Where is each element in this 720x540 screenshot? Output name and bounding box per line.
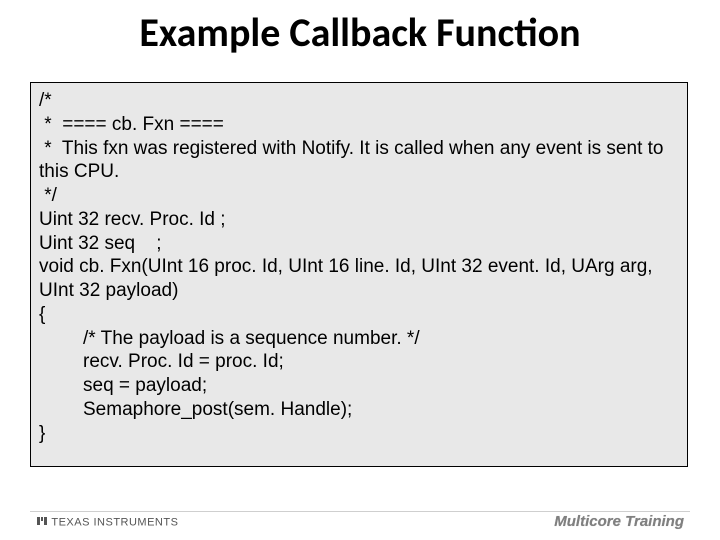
- code-line: seq = payload;: [39, 374, 679, 398]
- code-line: /*: [39, 89, 679, 113]
- code-line: */: [39, 184, 679, 208]
- code-line: {: [39, 303, 679, 327]
- page-title: Example Callback Function: [0, 8, 720, 57]
- code-line: Uint 32 seq ;: [39, 232, 679, 256]
- code-line: void cb. Fxn(UInt 16 proc. Id, UInt 16 l…: [39, 255, 679, 303]
- code-line: * This fxn was registered with Notify. I…: [39, 137, 679, 185]
- footer-right-text: Multicore Training: [554, 513, 684, 530]
- code-line: Uint 32 recv. Proc. Id ;: [39, 208, 679, 232]
- code-line: recv. Proc. Id = proc. Id;: [39, 350, 679, 374]
- footer-brand-text: TEXAS INSTRUMENTS: [51, 516, 178, 528]
- code-line: }: [39, 422, 679, 446]
- code-line: * ==== cb. Fxn ====: [39, 113, 679, 137]
- code-line: /* The payload is a sequence number. */: [39, 327, 679, 351]
- code-block: /* * ==== cb. Fxn ==== * This fxn was re…: [30, 82, 688, 467]
- code-line: Semaphore_post(sem. Handle);: [39, 398, 679, 422]
- footer: TEXAS INSTRUMENTS Multicore Training: [0, 500, 720, 532]
- ti-logo-icon: [36, 515, 48, 530]
- slide: Example Callback Function /* * ==== cb. …: [0, 0, 720, 540]
- footer-brand: TEXAS INSTRUMENTS: [36, 515, 178, 530]
